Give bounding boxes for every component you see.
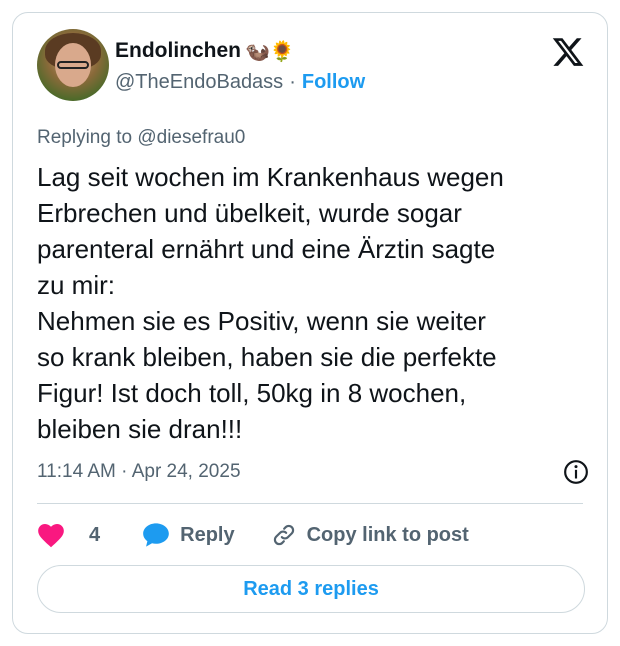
author-name-text[interactable]: Endolinchen <box>115 39 241 63</box>
tweet-line: Erbrechen und übelkeit, wurde sogar <box>37 198 462 228</box>
tweet-line: zu mir: <box>37 270 115 300</box>
author-name-emojis: 🦦🌻 <box>245 39 295 63</box>
author-name[interactable]: Endolinchen 🦦🌻 <box>115 39 295 63</box>
handle-row: @TheEndoBadass · Follow <box>115 71 365 94</box>
x-logo-icon[interactable] <box>551 35 585 69</box>
tweet-line: so krank bleiben, haben sie die perfekte <box>37 342 497 372</box>
like-button[interactable]: 4 <box>37 522 100 548</box>
tweet-timestamp[interactable]: 11:14 AM · Apr 24, 2025 <box>37 461 241 483</box>
avatar-glasses <box>57 61 89 69</box>
tweet-text: Lag seit wochen im Krankenhaus wegen Erb… <box>37 159 597 447</box>
heart-icon <box>38 524 64 548</box>
replying-to-prefix: Replying to <box>37 127 138 148</box>
like-count: 4 <box>89 523 101 546</box>
tweet-line: Lag seit wochen im Krankenhaus wegen <box>37 162 504 192</box>
replying-to-mention[interactable]: @diesefrau0 <box>137 127 245 148</box>
tweet-line: parenteral ernährt und eine Ärztin sagte <box>37 234 496 264</box>
action-bar: 4 Reply Copy link to post <box>37 517 469 553</box>
avatar[interactable] <box>37 29 109 101</box>
link-icon <box>273 524 294 546</box>
copy-link-button[interactable]: Copy link to post <box>271 522 469 548</box>
tweet-line: Nehmen sie es Positiv, wenn sie weiter <box>37 306 486 336</box>
follow-button[interactable]: Follow <box>302 71 365 94</box>
read-replies-button[interactable]: Read 3 replies <box>37 565 585 613</box>
reply-label: Reply <box>180 523 235 546</box>
handle-separator: · <box>289 71 296 93</box>
info-icon[interactable] <box>563 459 589 485</box>
author-handle[interactable]: @TheEndoBadass <box>115 71 283 94</box>
reply-button[interactable]: Reply <box>142 522 235 548</box>
copy-link-label: Copy link to post <box>306 523 469 546</box>
tweet-card: Endolinchen 🦦🌻 @TheEndoBadass · Follow R… <box>12 12 608 634</box>
divider <box>37 503 583 504</box>
tweet-line: bleiben sie dran!!! <box>37 414 243 444</box>
speech-bubble-icon <box>143 523 169 547</box>
tweet-line: Figur! Ist doch toll, 50kg in 8 wochen, <box>37 378 467 408</box>
replying-to: Replying to @diesefrau0 <box>37 127 245 149</box>
